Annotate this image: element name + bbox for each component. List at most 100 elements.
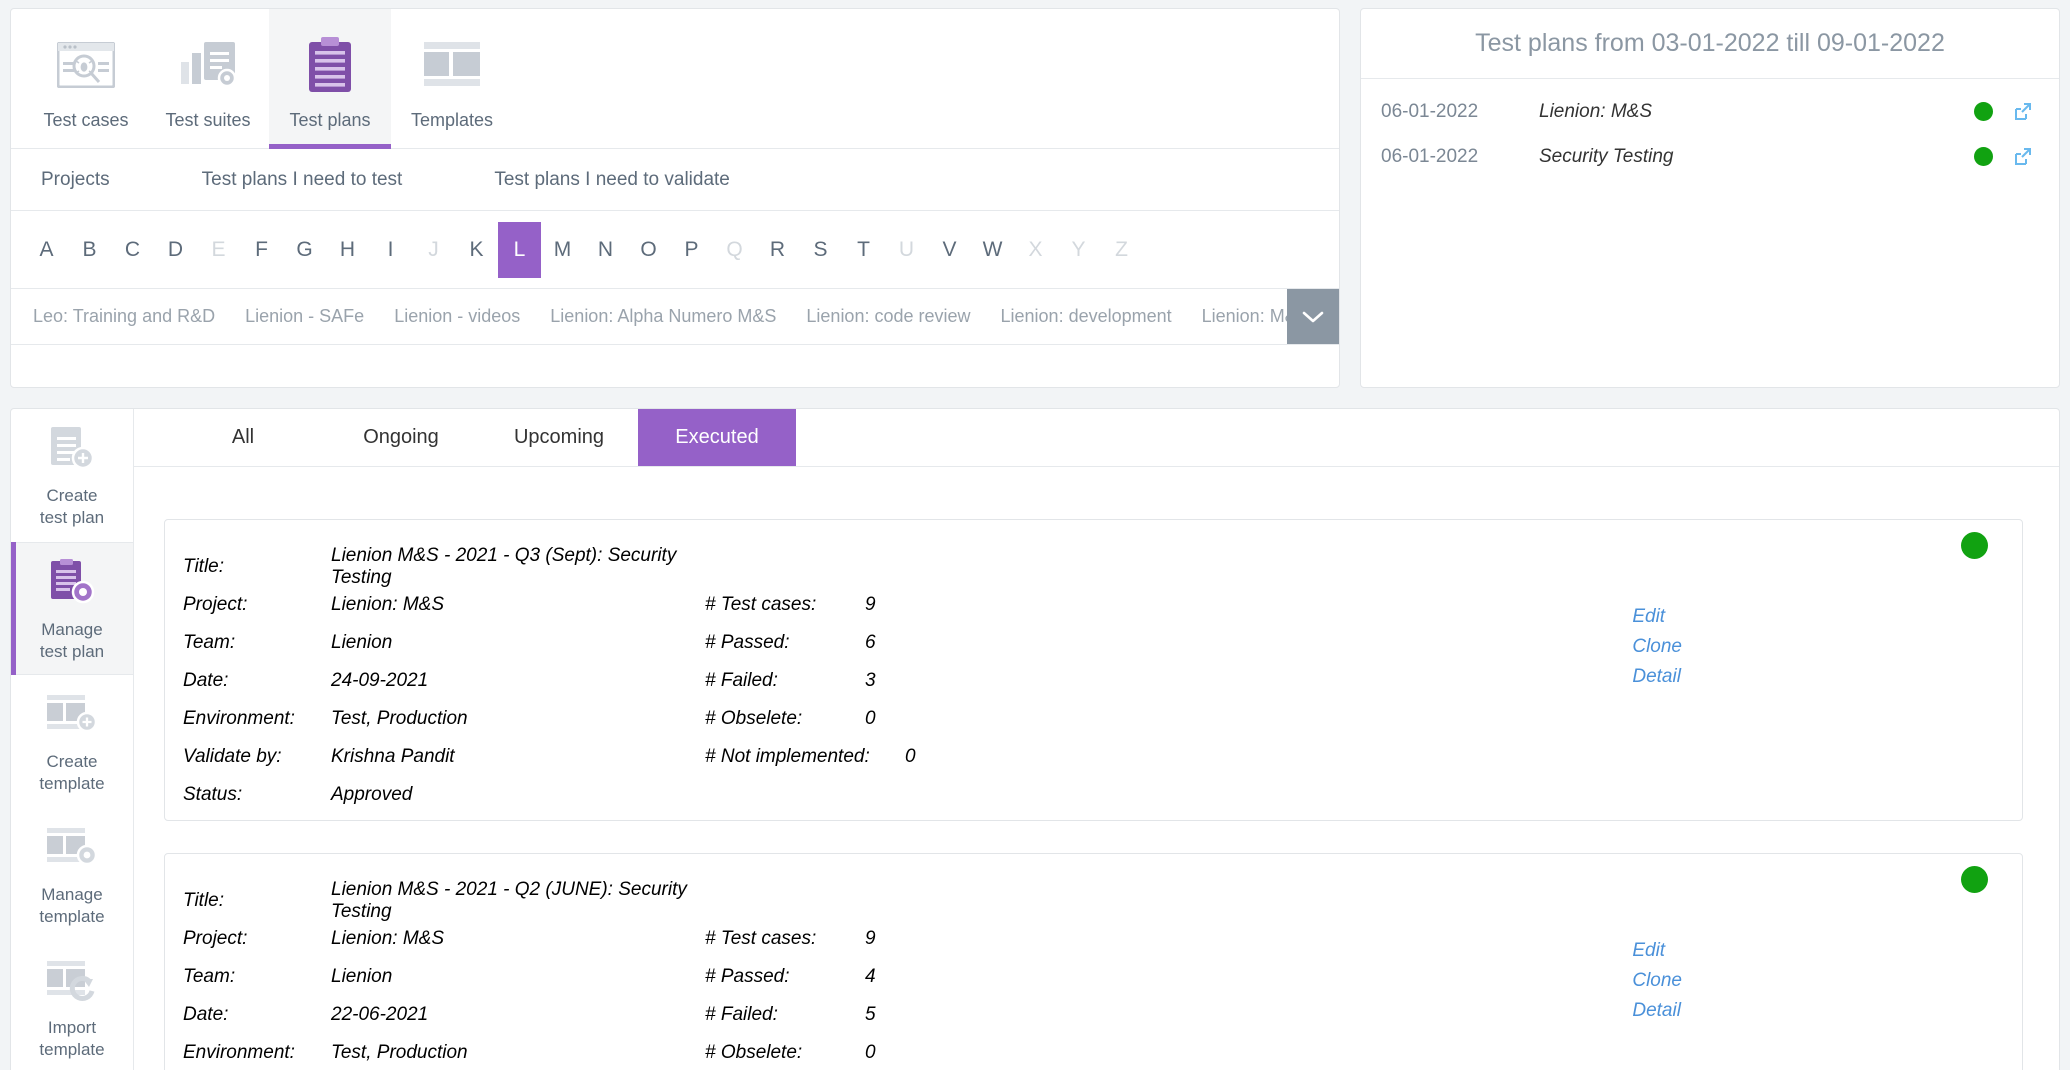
field-label: Project: [183, 594, 331, 616]
upcoming-plan-row[interactable]: 06-01-2022Lienion: M&S [1361, 89, 2059, 134]
project-chip[interactable]: Leo: Training and R&D [33, 306, 215, 327]
module-tab-label: Test plans [289, 110, 370, 131]
stat-label: # Test cases: [705, 594, 865, 616]
field-validate_by: Validate by:Krishna Pandit [183, 738, 705, 776]
clone-link[interactable]: Clone [1632, 970, 1682, 992]
manage-test-plan-panel: Createtest plan Managetest plan Createtemp… [10, 408, 2060, 1070]
alpha-filter-o[interactable]: O [627, 222, 670, 278]
sidebar-item-import-template[interactable]: Importtemplate [11, 941, 133, 1070]
tab-ongoing[interactable]: Ongoing [322, 409, 480, 466]
tab-all[interactable]: All [164, 409, 322, 466]
alpha-filter-n[interactable]: N [584, 222, 627, 278]
alpha-filter-l[interactable]: L [498, 222, 541, 278]
clipboard-icon [305, 32, 355, 98]
alphabet-filter: ABCDEFGHIJKLMNOPQRSTUVWXYZ [11, 211, 1339, 289]
plan-status-tabs: AllOngoingUpcomingExecuted [134, 409, 2059, 467]
filter-plans-i-need-to-test[interactable]: Test plans I need to test [202, 169, 403, 191]
alpha-filter-k[interactable]: K [455, 222, 498, 278]
alpha-filter-v[interactable]: V [928, 222, 971, 278]
field-label: Environment: [183, 1042, 331, 1064]
alpha-filter-g[interactable]: G [283, 222, 326, 278]
alpha-filter-w[interactable]: W [971, 222, 1014, 278]
alpha-filter-u: U [885, 222, 928, 278]
project-chip[interactable]: Lienion - SAFe [245, 306, 364, 327]
project-chip[interactable]: Lienion: M&S [1202, 306, 1287, 327]
alpha-filter-s[interactable]: S [799, 222, 842, 278]
stat-passed: # Passed:6 [705, 624, 1005, 662]
field-value: Test, Production [331, 1042, 705, 1064]
alpha-filter-f[interactable]: F [240, 222, 283, 278]
edit-link[interactable]: Edit [1632, 940, 1682, 962]
alpha-filter-d[interactable]: D [154, 222, 197, 278]
plan-list: Title:Lienion M&S - 2021 - Q3 (Sept): Se… [134, 467, 2059, 1070]
sidebar-item-label: Managetest plan [40, 619, 104, 663]
alpha-filter-c[interactable]: C [111, 222, 154, 278]
module-tab-label: Templates [411, 110, 493, 131]
stat-value: 0 [865, 708, 1005, 730]
field-value: Approved [331, 784, 705, 806]
tab-executed[interactable]: Executed [638, 409, 796, 466]
panel-title: Test plans from 03-01-2022 till 09-01-20… [1361, 9, 2059, 79]
field-label: Validate by: [183, 746, 331, 768]
module-tab-test-plans[interactable]: Test plans [269, 9, 391, 148]
project-chip[interactable]: Lienion: code review [806, 306, 970, 327]
external-link-icon[interactable] [2013, 102, 2033, 122]
plan-fields: Title:Lienion M&S - 2021 - Q3 (Sept): Se… [165, 548, 705, 814]
field-value: Lienion M&S - 2021 - Q3 (Sept): Security… [331, 545, 705, 589]
field-value: 22-06-2021 [331, 1004, 705, 1026]
alpha-filter-j: J [412, 222, 455, 278]
plan-scope-filter-row: Projects Test plans I need to test Test … [11, 149, 1339, 211]
detail-link[interactable]: Detail [1632, 666, 1682, 688]
field-environment: Environment:Test, Production [183, 1034, 705, 1070]
stat-not_implemented: # Not implemented:0 [705, 738, 1005, 776]
test-plan-card: Title:Lienion M&S - 2021 - Q3 (Sept): Se… [164, 519, 2023, 821]
sidebar-item-create-template[interactable]: Createtemplate [11, 675, 133, 808]
status-badge [1974, 147, 1993, 166]
field-team: Team:Lienion [183, 624, 705, 662]
bug-search-window-icon [57, 32, 115, 98]
alpha-filter-b[interactable]: B [68, 222, 111, 278]
alpha-filter-i[interactable]: I [369, 222, 412, 278]
field-value: Krishna Pandit [331, 746, 705, 768]
plan-date: 06-01-2022 [1381, 146, 1511, 168]
field-value: Test, Production [331, 708, 705, 730]
alpha-filter-h[interactable]: H [326, 222, 369, 278]
stat-label: # Failed: [705, 670, 865, 692]
detail-link[interactable]: Detail [1632, 1000, 1682, 1022]
sidebar-item-manage-template[interactable]: Managetemplate [11, 808, 133, 941]
tab-upcoming[interactable]: Upcoming [480, 409, 638, 466]
alpha-filter-t[interactable]: T [842, 222, 885, 278]
external-link-icon[interactable] [2013, 147, 2033, 167]
module-tab-test-cases[interactable]: Test cases [25, 9, 147, 148]
alpha-filter-r[interactable]: R [756, 222, 799, 278]
stat-spacer [705, 548, 1005, 586]
sidebar-item-label: Createtest plan [40, 485, 104, 529]
sidebar-item-label: Createtemplate [39, 751, 104, 795]
upcoming-plan-row[interactable]: 06-01-2022Security Testing [1361, 134, 2059, 179]
field-value: Lienion: M&S [331, 928, 705, 950]
project-chip[interactable]: Lienion: development [1001, 306, 1172, 327]
edit-link[interactable]: Edit [1632, 606, 1682, 628]
project-chip-row: Leo: Training and R&D Lienion - SAFe Lieni… [11, 289, 1339, 345]
chart-document-gear-icon [179, 32, 237, 98]
stat-spacer [705, 882, 1005, 920]
project-chip[interactable]: Lienion - videos [394, 306, 520, 327]
sidebar-item-manage-test-plan[interactable]: Managetest plan [11, 542, 133, 675]
module-tab-test-suites[interactable]: Test suites [147, 9, 269, 148]
layout-template-icon [422, 32, 482, 98]
alpha-filter-a[interactable]: A [25, 222, 68, 278]
filter-plans-i-need-to-validate[interactable]: Test plans I need to validate [494, 169, 730, 191]
module-tab-templates[interactable]: Templates [391, 9, 513, 148]
field-status: Status:Approved [183, 776, 705, 814]
clone-link[interactable]: Clone [1632, 636, 1682, 658]
project-chip[interactable]: Lienion: Alpha Numero M&S [550, 306, 776, 327]
plan-name: Lienion: M&S [1511, 101, 1974, 123]
stat-value: 6 [865, 632, 1005, 654]
plan-fields: Title:Lienion M&S - 2021 - Q2 (JUNE): Se… [165, 882, 705, 1070]
plan-content: AllOngoingUpcomingExecuted Title:Lienion… [134, 409, 2059, 1070]
alpha-filter-m[interactable]: M [541, 222, 584, 278]
sidebar-item-create-test-plan[interactable]: Createtest plan [11, 409, 133, 542]
chevron-down-icon[interactable] [1287, 289, 1339, 344]
alpha-filter-p[interactable]: P [670, 222, 713, 278]
filter-projects[interactable]: Projects [41, 169, 110, 191]
